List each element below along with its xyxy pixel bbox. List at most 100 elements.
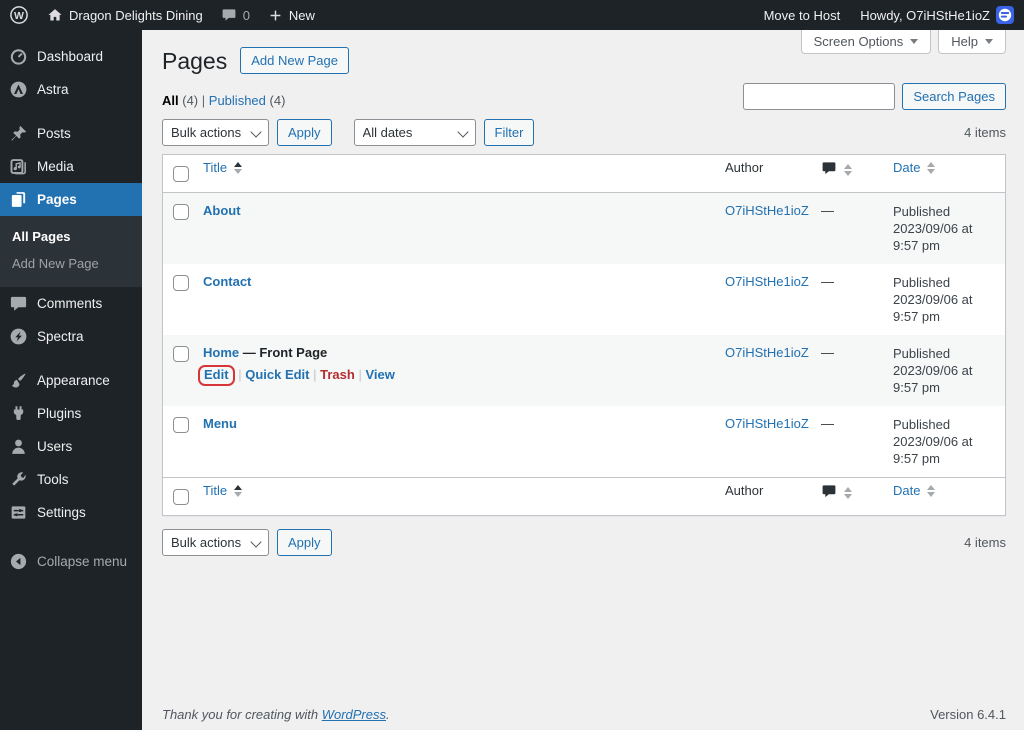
add-new-page-button[interactable]: Add New Page [240, 47, 349, 74]
author-link[interactable]: O7iHStHe1ioZ [725, 203, 809, 218]
sidebar-item-settings[interactable]: Settings [0, 496, 142, 529]
filter-button[interactable]: Filter [483, 119, 535, 146]
admin-bar-left: W Dragon Delights Dining 0 New [0, 0, 324, 30]
sidebar-item-plugins[interactable]: Plugins [0, 397, 142, 430]
wordpress-link[interactable]: WordPress [322, 707, 386, 722]
comments-column-icon [821, 483, 837, 502]
comments-bubble-icon [221, 7, 237, 23]
publish-date: 2023/09/06 at 9:57 pm [893, 363, 973, 395]
view-separator: | [201, 93, 206, 108]
my-account-menu[interactable]: Howdy, O7iHStHe1ioZ [850, 0, 1024, 30]
plus-icon [268, 8, 283, 23]
select-row-checkbox[interactable] [173, 275, 189, 291]
author-column-label: Author [725, 483, 764, 498]
new-content-button[interactable]: New [259, 0, 324, 30]
select-all-checkbox[interactable] [173, 166, 189, 182]
howdy-label: Howdy, O7iHStHe1ioZ [860, 7, 990, 23]
move-to-host-label: Move to Host [763, 7, 841, 23]
screen-options-tab[interactable]: Screen Options [800, 30, 932, 54]
sidebar-item-astra[interactable]: Astra [0, 73, 142, 106]
search-input[interactable] [743, 82, 896, 110]
sidebar-item-users[interactable]: Users [0, 430, 142, 463]
comment-count-cell: — [821, 345, 834, 360]
sidebar-item-add-new-page[interactable]: Add New Page [0, 250, 142, 277]
sidebar-item-spectra[interactable]: Spectra [0, 320, 142, 353]
publish-date: 2023/09/06 at 9:57 pm [893, 221, 973, 253]
sort-icon [234, 484, 243, 497]
edit-link-annotation: Edit [198, 365, 235, 386]
trash-link[interactable]: Trash [320, 367, 355, 382]
sidebar-item-media[interactable]: Media [0, 150, 142, 183]
help-tab[interactable]: Help [938, 30, 1006, 54]
bulk-actions-select-bottom[interactable]: Bulk actions [162, 529, 269, 556]
sort-by-date-link[interactable]: Date [893, 483, 936, 498]
page-title-link[interactable]: About [203, 203, 241, 218]
search-pages-button[interactable]: Search Pages [902, 82, 1006, 110]
move-to-host-button[interactable]: Move to Host [754, 0, 851, 30]
site-name-menu[interactable]: Dragon Delights Dining [38, 0, 212, 30]
sort-by-date-link[interactable]: Date [893, 160, 936, 175]
quick-edit-link[interactable]: Quick Edit [245, 367, 309, 382]
view-published-count: (4) [269, 93, 286, 108]
media-icon [9, 157, 28, 176]
sidebar-item-all-pages[interactable]: All Pages [0, 223, 142, 250]
items-count: 4 items [964, 535, 1006, 550]
settings-sliders-icon [9, 503, 28, 522]
table-row-home: Home — Front Page Edit | Quick Edit | Tr… [163, 335, 1005, 406]
author-link[interactable]: O7iHStHe1ioZ [725, 274, 809, 289]
row-actions: Edit | Quick Edit | Trash | View [198, 365, 715, 386]
footer-thanks: Thank you for creating with WordPress. [162, 707, 390, 722]
posts-pin-icon [9, 124, 28, 143]
view-link[interactable]: View [365, 367, 394, 382]
sidebar-item-label: Plugins [37, 406, 82, 421]
pages-submenu: All Pages Add New Page [0, 216, 142, 287]
sidebar-item-dashboard[interactable]: Dashboard [0, 40, 142, 73]
chevron-down-icon [910, 39, 919, 48]
dashboard-icon [9, 47, 28, 66]
publish-date: 2023/09/06 at 9:57 pm [893, 292, 973, 324]
footer-thanks-prefix: Thank you for creating with [162, 707, 322, 722]
sidebar-item-label: Spectra [37, 329, 84, 344]
sort-by-title-link[interactable]: Title [203, 160, 243, 175]
collapse-menu-button[interactable]: Collapse menu [0, 545, 142, 578]
select-all-checkbox[interactable] [173, 489, 189, 505]
sidebar-item-pages[interactable]: Pages [0, 183, 142, 216]
comments-admin-bar-button[interactable]: 0 [212, 0, 259, 30]
page-title-link[interactable]: Contact [203, 274, 251, 289]
pages-icon [9, 190, 28, 209]
bulk-actions-select[interactable]: Bulk actions [162, 119, 269, 146]
sidebar-item-posts[interactable]: Posts [0, 117, 142, 150]
sidebar-item-label: Comments [37, 296, 103, 311]
page-title-link[interactable]: Home [203, 345, 239, 360]
view-published-link[interactable]: Published [209, 93, 266, 108]
sort-by-comments-link[interactable] [821, 160, 852, 179]
help-label: Help [951, 34, 978, 49]
page-title: Pages [162, 47, 228, 74]
tablenav-top: Bulk actions Apply All dates Filter 4 it… [162, 119, 1006, 146]
title-column-label: Title [203, 483, 228, 498]
page-title-link[interactable]: Menu [203, 416, 237, 431]
sort-by-comments-link[interactable] [821, 483, 852, 502]
dates-filter-select[interactable]: All dates [353, 119, 476, 146]
pages-list-table: Title Author Date About O7iHStHe1ioZ — P… [162, 154, 1006, 516]
edit-link[interactable]: Edit [204, 367, 229, 382]
sort-by-title-link[interactable]: Title [203, 483, 243, 498]
comment-count-cell: — [821, 274, 834, 289]
sidebar-item-appearance[interactable]: Appearance [0, 364, 142, 397]
select-row-checkbox[interactable] [173, 204, 189, 220]
sidebar-item-tools[interactable]: Tools [0, 463, 142, 496]
action-separator: | [358, 367, 362, 382]
select-row-checkbox[interactable] [173, 346, 189, 362]
view-all-link[interactable]: All [162, 93, 179, 108]
apply-button[interactable]: Apply [277, 119, 332, 146]
sidebar-item-comments[interactable]: Comments [0, 287, 142, 320]
wordpress-menu-button[interactable]: W [0, 0, 38, 30]
comments-icon [9, 294, 28, 313]
plugins-plug-icon [9, 404, 28, 423]
screen-options-label: Screen Options [813, 34, 904, 49]
author-link[interactable]: O7iHStHe1ioZ [725, 345, 809, 360]
select-row-checkbox[interactable] [173, 417, 189, 433]
front-page-state-label: — Front Page [242, 345, 328, 360]
apply-button-bottom[interactable]: Apply [277, 529, 332, 556]
author-link[interactable]: O7iHStHe1ioZ [725, 416, 809, 431]
